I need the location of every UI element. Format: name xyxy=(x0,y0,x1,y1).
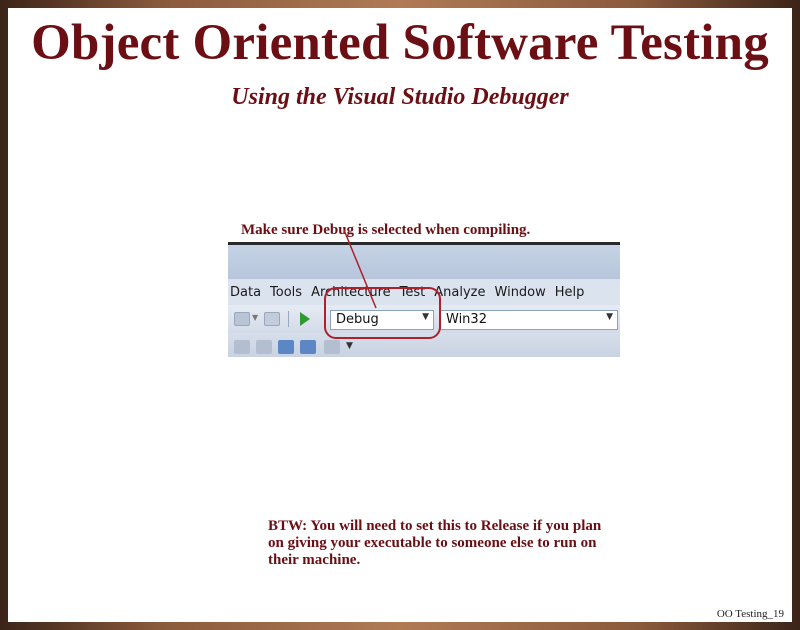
menu-window[interactable]: Window xyxy=(493,285,553,300)
toolbar-separator xyxy=(288,311,289,327)
navigate-back-icon[interactable] xyxy=(234,340,250,354)
menu-analyze[interactable]: Analyze xyxy=(432,285,492,300)
configuration-highlight-circle xyxy=(324,287,441,339)
bookmark-previous-icon[interactable] xyxy=(278,340,294,354)
save-icon[interactable] xyxy=(234,312,250,326)
toolbar-options-icon[interactable]: ▼ xyxy=(346,341,353,351)
menu-help[interactable]: Help xyxy=(553,285,592,300)
slide-title: Object Oriented Software Testing xyxy=(31,15,769,71)
slide-footer: OO Testing_19 xyxy=(716,608,784,620)
find-icon[interactable] xyxy=(324,340,340,354)
slide-subtitle: Using the Visual Studio Debugger xyxy=(231,84,569,110)
menu-data[interactable]: Data xyxy=(228,285,268,300)
window-titlebar xyxy=(228,245,620,279)
menu-tools[interactable]: Tools xyxy=(268,285,309,300)
save-all-icon[interactable] xyxy=(264,312,280,326)
start-debugging-icon[interactable] xyxy=(300,312,310,326)
chevron-down-icon: ▼ xyxy=(606,312,613,322)
slide: Object Oriented Software Testing Using t… xyxy=(8,8,792,622)
bookmark-next-icon[interactable] xyxy=(300,340,316,354)
dropdown-arrow-icon[interactable]: ▼ xyxy=(252,313,258,322)
callout-text: Make sure Debug is selected when compili… xyxy=(241,222,531,238)
navigate-forward-icon[interactable] xyxy=(256,340,272,354)
solution-platform-select[interactable]: Win32 ▼ xyxy=(440,310,618,330)
platform-value: Win32 xyxy=(446,312,487,327)
note-text: BTW: You will need to set this to Releas… xyxy=(268,518,602,568)
